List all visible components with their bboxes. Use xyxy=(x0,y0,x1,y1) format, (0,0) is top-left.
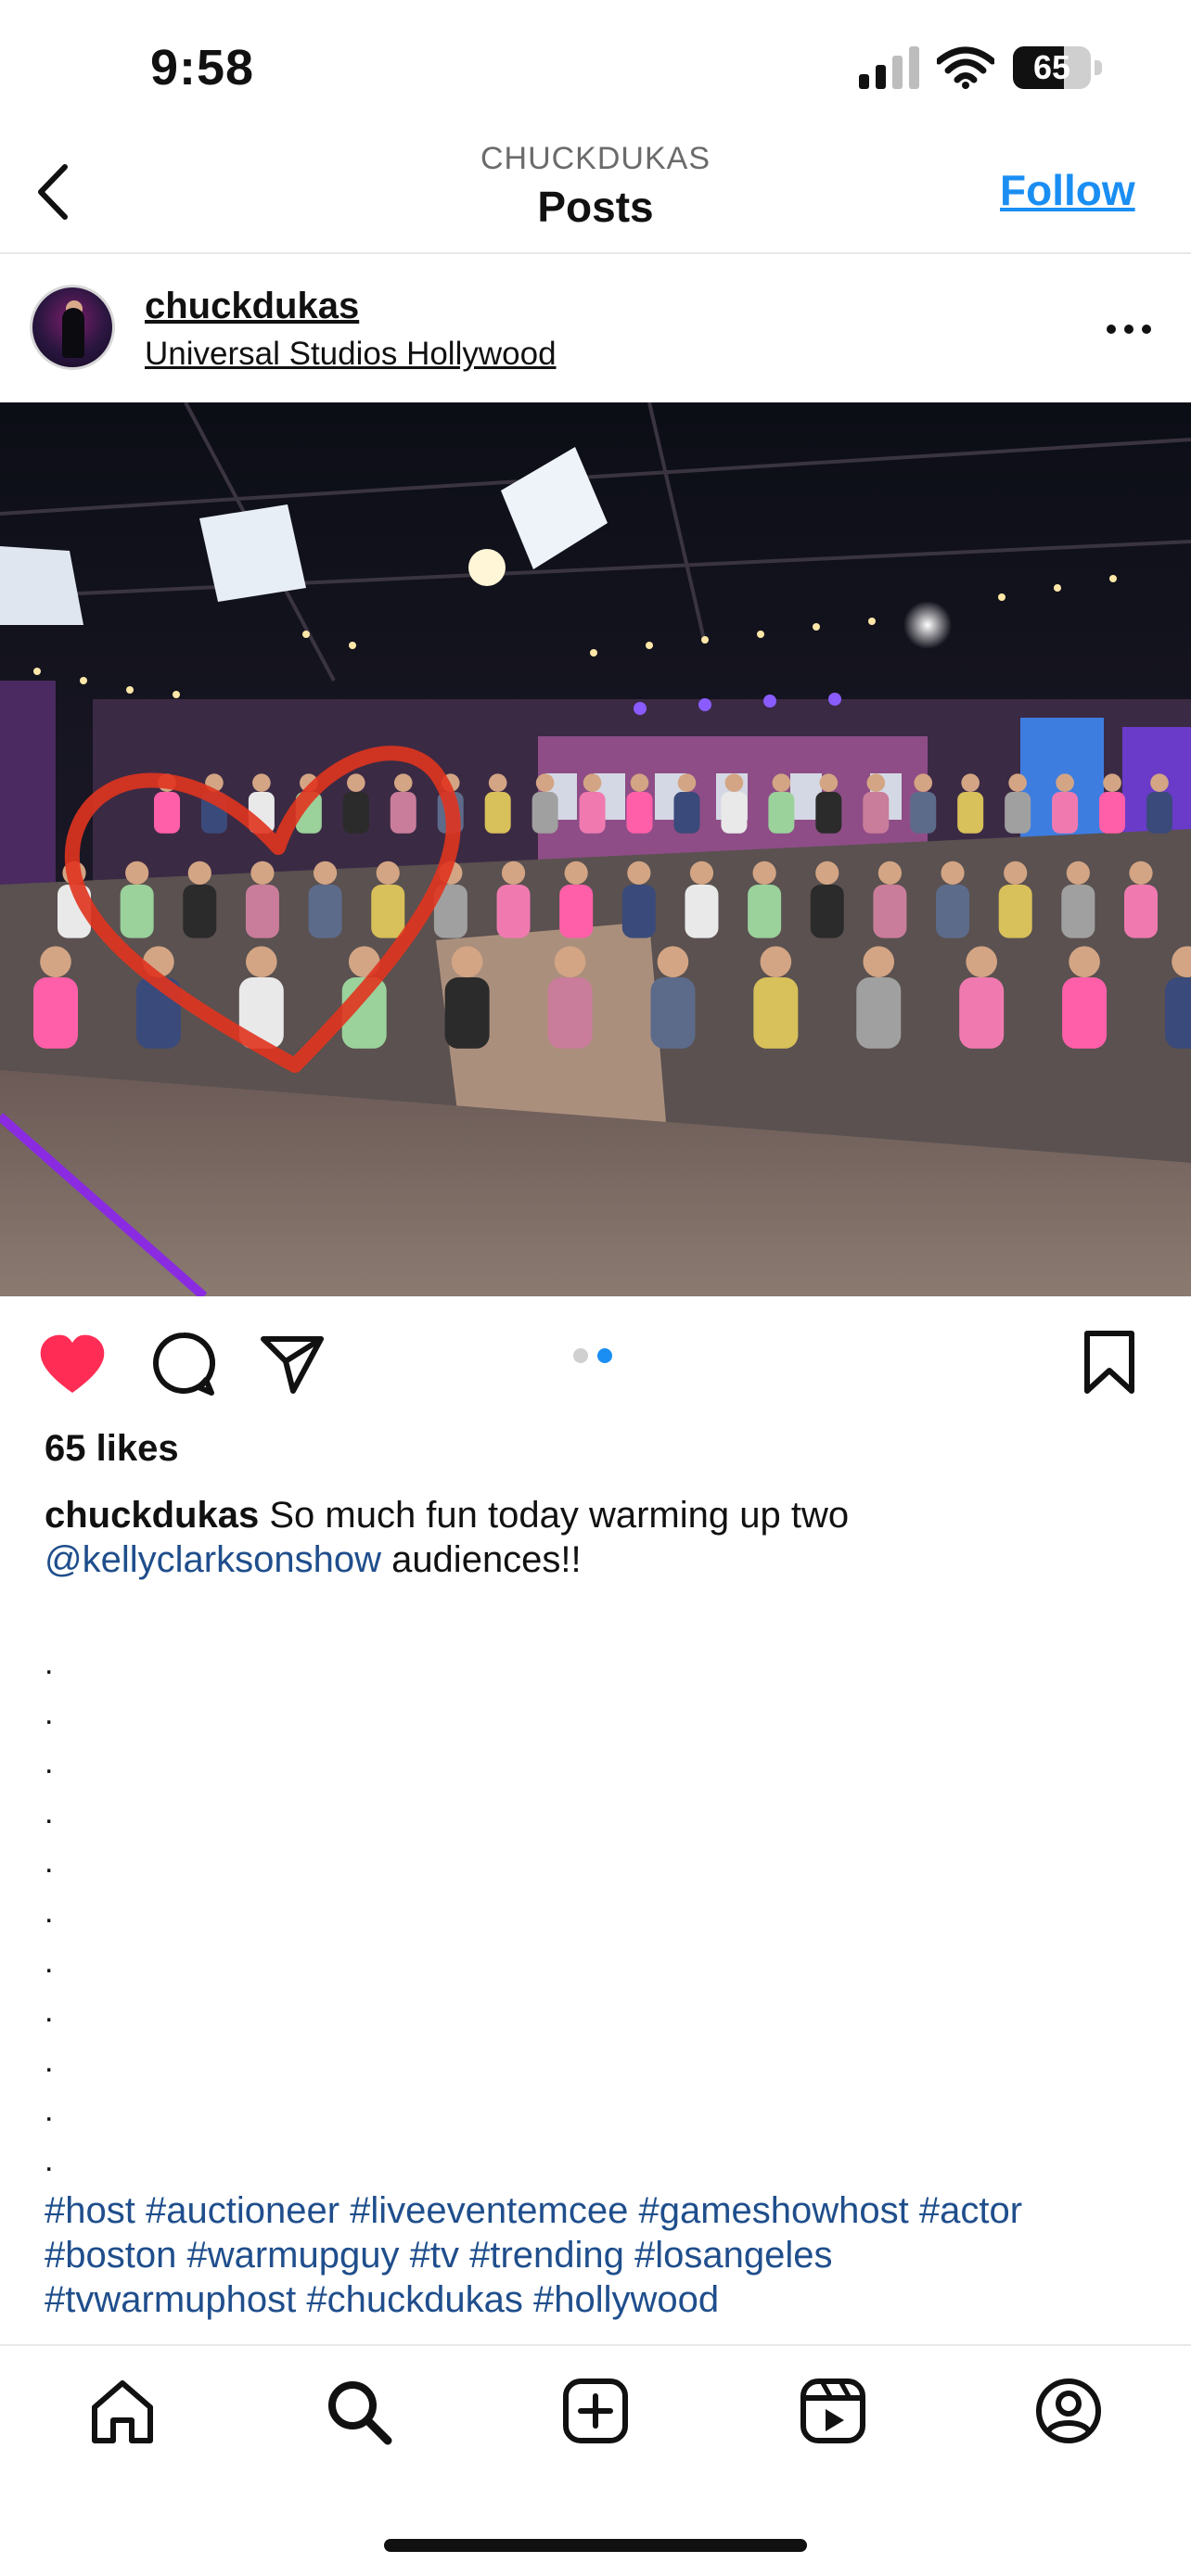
caption-period: . xyxy=(45,1994,54,2030)
tab-bar-divider xyxy=(0,2344,1191,2346)
avatar[interactable] xyxy=(30,285,115,370)
hashtag-link[interactable]: #host xyxy=(45,2190,135,2231)
caption-period: . xyxy=(45,1646,54,1681)
battery-indicator: 65 xyxy=(1013,46,1106,91)
carousel-dot xyxy=(573,1348,588,1363)
more-horizontal-icon[interactable] xyxy=(1104,319,1154,339)
caption-period: . xyxy=(45,2093,54,2129)
hashtag-link[interactable]: #hollywood xyxy=(533,2279,719,2320)
post-username[interactable]: chuckdukas xyxy=(145,286,359,327)
paper-plane-icon[interactable] xyxy=(260,1333,325,1395)
profile-icon[interactable] xyxy=(1031,2374,1106,2448)
follow-button[interactable]: Follow xyxy=(1000,165,1135,215)
hashtag-link[interactable]: #actor xyxy=(919,2190,1022,2231)
hashtag-link[interactable]: #warmupguy xyxy=(186,2235,399,2276)
create-icon[interactable] xyxy=(558,2374,633,2448)
caption-mention[interactable]: @kellyclarksonshow xyxy=(45,1539,381,1580)
post-caption: chuckdukas So much fun today warming up … xyxy=(45,1493,1148,1582)
home-indicator xyxy=(384,2539,807,2552)
hashtag-link[interactable]: #boston xyxy=(45,2235,176,2276)
caption-periods: ........... xyxy=(45,1639,53,2187)
bookmark-icon[interactable] xyxy=(1082,1330,1137,1395)
caption-period: . xyxy=(45,2043,54,2079)
likes-count[interactable]: 65 likes xyxy=(45,1428,179,1470)
caption-period: . xyxy=(45,1894,54,1930)
hashtag-link[interactable]: #tv xyxy=(410,2235,459,2276)
hashtag-link[interactable]: #tvwarmuphost xyxy=(45,2279,296,2320)
hashtag-link[interactable]: #trending xyxy=(469,2235,624,2276)
hashtag-link[interactable]: #losangeles xyxy=(634,2235,833,2276)
caption-period: . xyxy=(45,1695,54,1731)
heart-icon[interactable] xyxy=(37,1333,108,1396)
header-divider xyxy=(0,252,1191,254)
search-icon[interactable] xyxy=(321,2374,395,2448)
caption-text-end: audiences!! xyxy=(380,1539,582,1580)
caption-period: . xyxy=(45,2142,54,2178)
caption-text: So much fun today warming up two xyxy=(259,1495,850,1536)
post-photo[interactable] xyxy=(0,402,1191,1296)
caption-username[interactable]: chuckdukas xyxy=(45,1495,259,1536)
hashtag-link[interactable]: #liveeventemcee xyxy=(350,2190,628,2231)
caption-hashtags: #host #auctioneer #liveeventemcee #games… xyxy=(45,2188,1158,2322)
caption-period: . xyxy=(45,1844,54,1881)
caption-period: . xyxy=(45,1944,54,1980)
hashtag-link[interactable]: #gameshowhost xyxy=(638,2190,908,2231)
reels-icon[interactable] xyxy=(796,2374,870,2448)
caption-period: . xyxy=(45,1794,54,1830)
wifi-icon xyxy=(937,46,994,89)
hashtag-link[interactable]: #chuckdukas xyxy=(306,2279,522,2320)
caption-period: . xyxy=(45,1745,54,1781)
hashtag-link[interactable]: #auctioneer xyxy=(146,2190,339,2231)
post-location[interactable]: Universal Studios Hollywood xyxy=(145,336,557,373)
carousel-dot xyxy=(597,1348,612,1363)
home-icon[interactable] xyxy=(85,2374,160,2448)
comment-icon[interactable] xyxy=(150,1330,217,1398)
battery-percent: 65 xyxy=(1032,48,1071,86)
cellular-signal-icon xyxy=(859,46,919,89)
status-time: 9:58 xyxy=(150,40,255,96)
